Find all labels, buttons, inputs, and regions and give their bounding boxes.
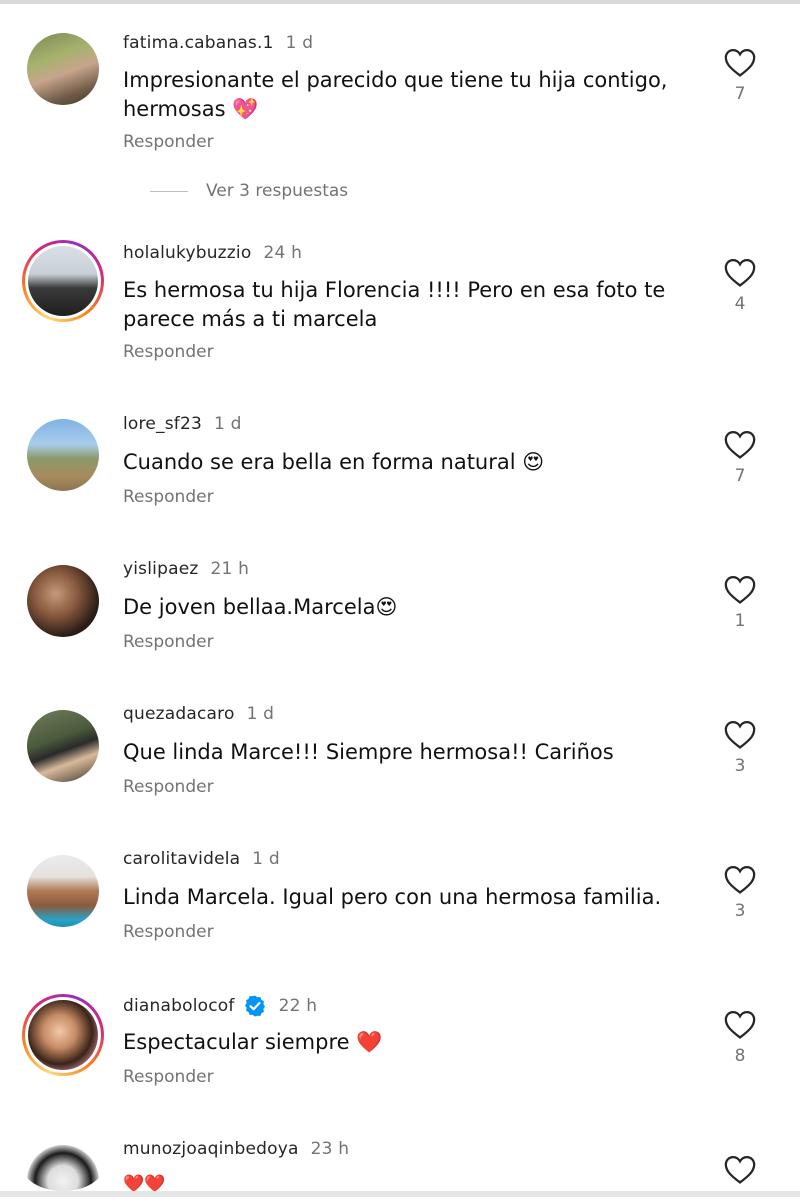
comment-username[interactable]: holalukybuzzio: [123, 243, 251, 263]
heart-icon[interactable]: [723, 718, 757, 750]
top-divider: [0, 0, 800, 4]
comment-username[interactable]: dianabolocof: [123, 996, 235, 1016]
reply-button[interactable]: Responder: [123, 632, 214, 652]
view-replies-label: Ver 3 respuestas: [206, 181, 349, 201]
heart-icon[interactable]: [723, 428, 757, 460]
replies-divider: [150, 190, 188, 192]
like-count: 7: [734, 84, 746, 104]
reply-button[interactable]: Responder: [123, 487, 214, 507]
reply-button[interactable]: Responder: [123, 342, 214, 362]
avatar[interactable]: [22, 994, 104, 1076]
comment-username[interactable]: lore_sf23: [123, 414, 202, 434]
like-count: 4: [734, 294, 746, 314]
avatar[interactable]: [22, 1140, 104, 1191]
comment-username[interactable]: yislipaez: [123, 559, 198, 579]
comment-text: Es hermosa tu hija Florencia !!!! Pero e…: [123, 278, 666, 331]
heart-icon[interactable]: [723, 1153, 757, 1185]
comment-time: 1 d: [285, 33, 314, 53]
comment-time: 22 h: [278, 996, 318, 1016]
like-count: 7: [734, 466, 746, 486]
like-count: 3: [734, 901, 746, 921]
comment-text: Cuando se era bella en forma natural 😍: [123, 450, 545, 474]
comment-text: ❤️❤️: [123, 1174, 166, 1191]
like-count: 1: [734, 611, 746, 631]
reply-button[interactable]: Responder: [123, 922, 214, 942]
avatar[interactable]: [22, 850, 104, 932]
comment-username[interactable]: munozjoaqinbedoya: [123, 1139, 299, 1159]
heart-icon[interactable]: [723, 863, 757, 895]
heart-icon[interactable]: [723, 256, 757, 288]
avatar[interactable]: [22, 560, 104, 642]
view-replies-button[interactable]: Ver 3 respuestas: [150, 181, 348, 201]
comment-username[interactable]: quezadacaro: [123, 704, 235, 724]
avatar[interactable]: [22, 705, 104, 787]
avatar[interactable]: [22, 414, 104, 496]
avatar[interactable]: [22, 28, 104, 110]
avatar[interactable]: [22, 240, 104, 322]
comment-username[interactable]: fatima.cabanas.1: [123, 33, 274, 53]
comment-text: De joven bellaa.Marcela😍: [123, 595, 398, 619]
heart-icon[interactable]: [723, 573, 757, 605]
bottom-divider: [0, 1191, 800, 1197]
comment-time: 1 d: [246, 704, 275, 724]
comment-time: 24 h: [263, 243, 303, 263]
comment-time: 1 d: [213, 414, 242, 434]
comment-text: Linda Marcela. Igual pero con una hermos…: [123, 885, 662, 909]
heart-icon[interactable]: [723, 46, 757, 78]
comment-username[interactable]: carolitavidela: [123, 849, 240, 869]
comment-text: Impresionante el parecido que tiene tu h…: [123, 68, 668, 121]
reply-button[interactable]: Responder: [123, 132, 214, 152]
reply-button[interactable]: Responder: [123, 1067, 214, 1087]
like-count: 3: [734, 756, 746, 776]
comment-time: 23 h: [310, 1139, 350, 1159]
comment-time: 21 h: [210, 559, 250, 579]
comment-time: 1 d: [252, 849, 280, 869]
verified-badge-icon: [243, 994, 267, 1018]
heart-icon[interactable]: [723, 1008, 757, 1040]
like-count: 8: [734, 1046, 746, 1066]
reply-button[interactable]: Responder: [123, 777, 214, 797]
comment-text: Espectacular siempre ❤️: [123, 1030, 383, 1054]
comment-text: Que linda Marce!!! Siempre hermosa!! Car…: [123, 740, 614, 764]
